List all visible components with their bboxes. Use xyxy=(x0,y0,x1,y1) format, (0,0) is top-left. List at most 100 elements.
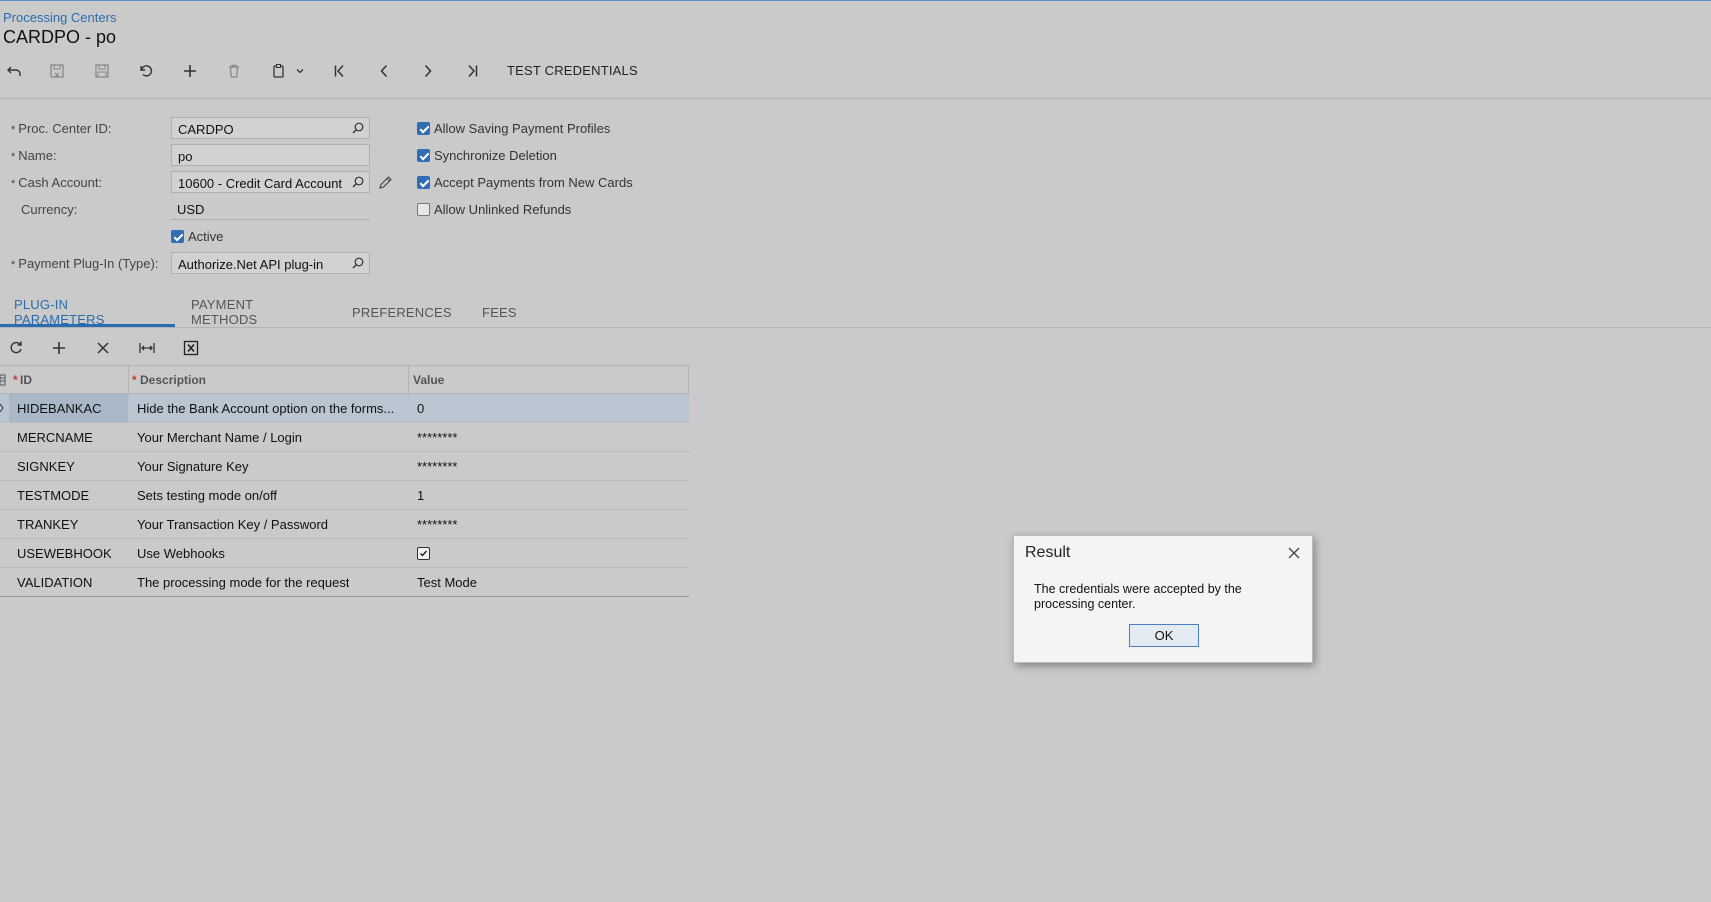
row-value[interactable]: ******** xyxy=(417,430,457,445)
add-icon[interactable] xyxy=(179,58,201,84)
row-value[interactable]: Test Mode xyxy=(417,575,477,590)
page-title: CARDPO - po xyxy=(3,27,117,47)
proc-center-id-field[interactable]: CARDPO xyxy=(171,117,370,139)
accept-payments-new-cards-checkbox[interactable] xyxy=(417,176,430,189)
search-icon[interactable] xyxy=(351,121,365,138)
tab-payment-methods[interactable]: PAYMENT METHODS xyxy=(191,296,257,328)
grid-header: * ID * Description Value xyxy=(0,365,689,395)
currency-value: USD xyxy=(177,202,205,217)
synchronize-deletion-checkbox[interactable] xyxy=(417,149,430,162)
tab-preferences[interactable]: PREFERENCES xyxy=(352,296,452,328)
save-icon[interactable] xyxy=(91,58,113,84)
last-record-icon[interactable] xyxy=(461,58,483,84)
row-id[interactable]: SIGNKEY xyxy=(17,459,75,474)
allow-unlinked-refunds-checkbox[interactable] xyxy=(417,203,430,216)
test-credentials-button[interactable]: TEST CREDENTIALS xyxy=(507,63,638,78)
payment-plugin-field[interactable]: Authorize.Net API plug-in xyxy=(171,252,370,274)
id-required-mark: * xyxy=(13,373,18,387)
currency-field[interactable]: USD xyxy=(171,198,370,220)
currency-label: Currency: xyxy=(21,202,78,217)
id-column-header[interactable]: ID xyxy=(20,373,32,387)
search-icon[interactable] xyxy=(351,175,365,192)
column-separator xyxy=(128,366,129,395)
row-id[interactable]: TESTMODE xyxy=(17,488,89,503)
cash-account-label: * Cash Account: xyxy=(11,175,103,190)
column-separator xyxy=(688,366,689,395)
row-description[interactable]: Hide the Bank Account option on the form… xyxy=(137,401,399,416)
table-row[interactable]: HIDEBANKAC Hide the Bank Account option … xyxy=(0,394,689,423)
table-row[interactable]: VALIDATION The processing mode for the r… xyxy=(0,568,689,597)
row-description[interactable]: Your Merchant Name / Login xyxy=(137,430,302,445)
proc-center-id-label: * Proc. Center ID: xyxy=(11,121,112,136)
ok-button[interactable]: OK xyxy=(1129,624,1199,647)
delete-icon[interactable] xyxy=(223,58,245,84)
table-row[interactable]: MERCNAME Your Merchant Name / Login ****… xyxy=(0,423,689,452)
table-row[interactable]: SIGNKEY Your Signature Key ******** xyxy=(0,452,689,481)
toolbar-divider xyxy=(0,98,1711,99)
description-required-mark: * xyxy=(132,373,137,387)
edit-pencil-icon[interactable] xyxy=(378,175,393,193)
row-id[interactable]: TRANKEY xyxy=(17,517,78,532)
tab-fees[interactable]: FEES xyxy=(482,296,517,328)
description-column-header[interactable]: Description xyxy=(140,373,206,387)
name-field[interactable]: po xyxy=(171,144,370,166)
dialog-title: Result xyxy=(1025,544,1071,561)
previous-record-icon[interactable] xyxy=(373,58,395,84)
table-row[interactable]: TESTMODE Sets testing mode on/off 1 xyxy=(0,481,689,510)
row-selector-icon xyxy=(0,394,9,423)
result-dialog: Result The credentials were accepted by … xyxy=(1013,535,1313,663)
row-description[interactable]: Sets testing mode on/off xyxy=(137,488,277,503)
chevron-down-icon[interactable] xyxy=(292,58,308,84)
table-row[interactable]: USEWEBHOOK Use Webhooks xyxy=(0,539,689,568)
export-excel-icon[interactable] xyxy=(180,335,202,361)
row-description[interactable]: Your Transaction Key / Password xyxy=(137,517,328,532)
row-id[interactable]: HIDEBANKAC xyxy=(17,401,102,416)
allow-unlinked-refunds-label: Allow Unlinked Refunds xyxy=(434,202,572,217)
undo-icon[interactable] xyxy=(135,58,157,84)
cash-account-field[interactable]: 10600 - Credit Card Account xyxy=(171,171,370,193)
tabs-divider xyxy=(0,327,1711,328)
next-record-icon[interactable] xyxy=(417,58,439,84)
row-description[interactable]: Your Signature Key xyxy=(137,459,249,474)
accept-payments-new-cards-label: Accept Payments from New Cards xyxy=(434,175,633,190)
payment-plugin-value: Authorize.Net API plug-in xyxy=(178,257,324,272)
allow-saving-payment-profiles-checkbox[interactable] xyxy=(417,122,430,135)
row-value[interactable]: ******** xyxy=(417,459,457,474)
row-id[interactable]: MERCNAME xyxy=(17,430,93,445)
dialog-message: The credentials were accepted by the pro… xyxy=(1034,582,1242,611)
main-toolbar: TEST CREDENTIALS xyxy=(0,58,700,84)
name-value: po xyxy=(178,149,193,164)
fit-columns-icon[interactable] xyxy=(136,335,158,361)
synchronize-deletion-label: Synchronize Deletion xyxy=(434,148,557,163)
row-value[interactable]: 1 xyxy=(417,488,424,503)
close-icon[interactable] xyxy=(1287,546,1301,563)
active-checkbox[interactable] xyxy=(171,230,184,243)
cash-account-value: 10600 - Credit Card Account xyxy=(178,176,343,191)
row-value[interactable]: ******** xyxy=(417,517,457,532)
name-label: * Name: xyxy=(11,148,57,163)
row-description[interactable]: Use Webhooks xyxy=(137,546,225,561)
first-record-icon[interactable] xyxy=(329,58,351,84)
value-column-header[interactable]: Value xyxy=(413,373,444,387)
row-description[interactable]: The processing mode for the request xyxy=(137,575,349,590)
allow-saving-payment-profiles-label: Allow Saving Payment Profiles xyxy=(434,121,611,136)
row-id[interactable]: USEWEBHOOK xyxy=(17,546,112,561)
add-row-icon[interactable] xyxy=(48,335,70,361)
column-separator xyxy=(408,366,409,395)
back-icon[interactable] xyxy=(3,58,25,84)
payment-plugin-label: * Payment Plug-In (Type): xyxy=(11,256,159,271)
row-id[interactable]: VALIDATION xyxy=(17,575,92,590)
save-close-icon[interactable] xyxy=(46,58,68,84)
active-label: Active xyxy=(188,229,224,244)
delete-row-icon[interactable] xyxy=(92,335,114,361)
use-webhooks-checkbox[interactable] xyxy=(417,547,430,560)
proc-center-id-value: CARDPO xyxy=(178,122,234,137)
clipboard-icon[interactable] xyxy=(268,58,290,84)
grid-settings-icon[interactable] xyxy=(0,374,6,389)
table-row[interactable]: TRANKEY Your Transaction Key / Password … xyxy=(0,510,689,539)
breadcrumb[interactable]: Processing Centers xyxy=(3,10,116,25)
grid-bottom-border xyxy=(0,596,689,597)
refresh-icon[interactable] xyxy=(5,335,27,361)
row-value[interactable]: 0 xyxy=(417,401,424,416)
search-icon[interactable] xyxy=(351,256,365,273)
